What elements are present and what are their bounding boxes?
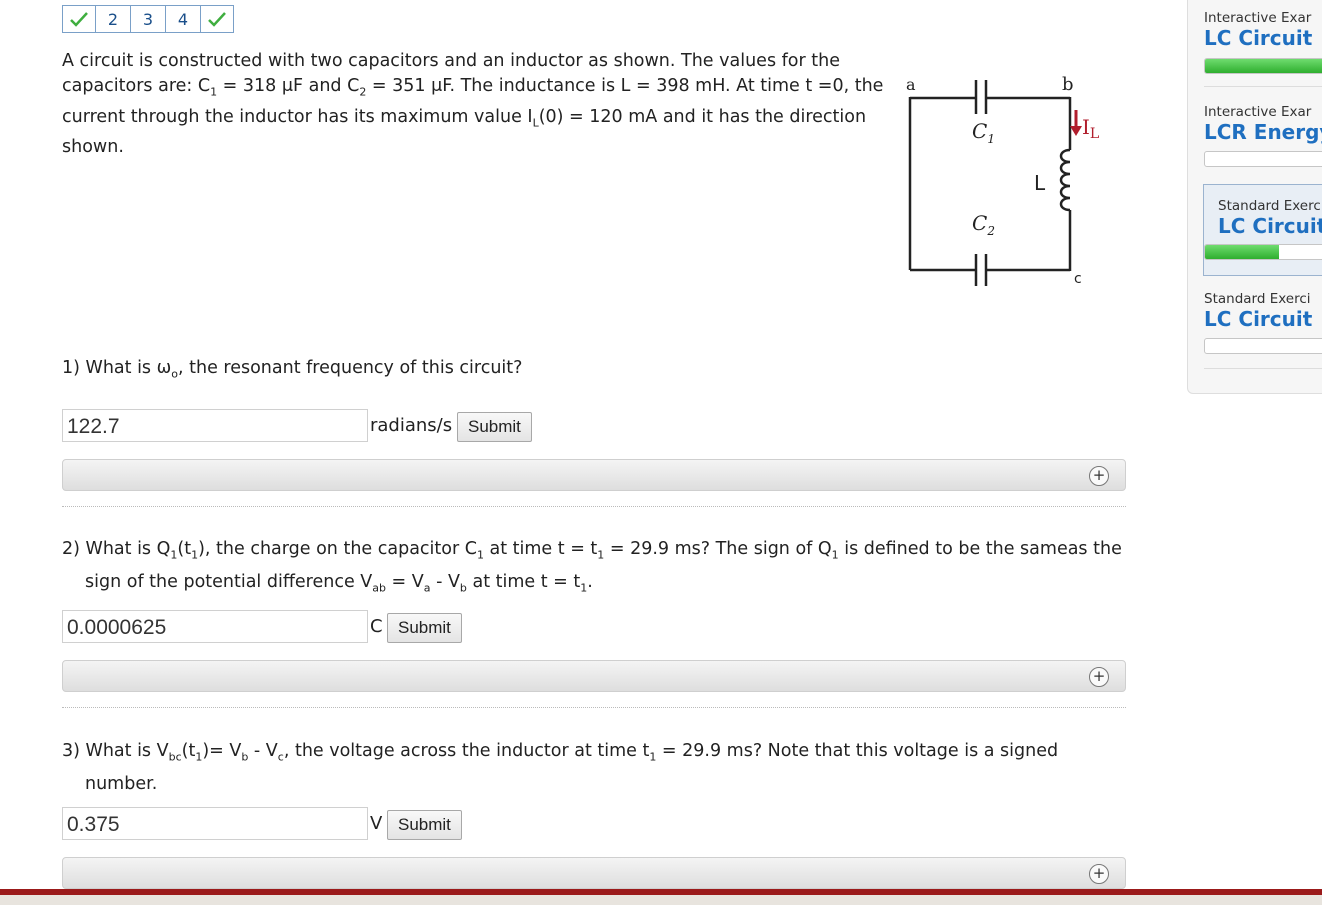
- sidebar-item-title[interactable]: LC Circuit: [1204, 307, 1322, 331]
- unit-label-3: V: [370, 813, 383, 834]
- divider: [1204, 86, 1322, 87]
- progress-bar-4: [1204, 338, 1322, 354]
- progress-fill: [1205, 245, 1280, 259]
- tab-4[interactable]: 4: [165, 5, 201, 33]
- tab-5[interactable]: [200, 5, 234, 33]
- sidebar-item-title[interactable]: LC Circuit: [1204, 26, 1322, 50]
- submit-button-3[interactable]: Submit: [387, 810, 462, 840]
- checkmark-icon: [208, 12, 226, 27]
- hint-bar-1[interactable]: +: [62, 459, 1126, 491]
- label-l: L: [1034, 171, 1046, 195]
- submit-button-1[interactable]: Submit: [457, 412, 532, 442]
- sidebar-item-2[interactable]: Interactive Exar LCR Energy: [1204, 104, 1322, 144]
- answer-input-1[interactable]: 122.7: [62, 409, 368, 442]
- footer-strip: [0, 895, 1322, 905]
- checkmark-icon: [70, 12, 88, 27]
- progress-bar-2: [1204, 151, 1322, 167]
- label-c2: C2: [972, 211, 995, 238]
- label-b: b: [1062, 74, 1074, 95]
- unit-label-1: radians/s: [370, 415, 453, 436]
- answer-input-3[interactable]: 0.375: [62, 807, 368, 840]
- label-a: a: [906, 75, 916, 94]
- sidebar-item-1[interactable]: Interactive Exar LC Circuit: [1204, 10, 1322, 50]
- circuit-diagram: a b c C1 C2 L IL: [906, 74, 1099, 287]
- submit-button-2[interactable]: Submit: [387, 613, 462, 643]
- question-2: 2) What is Q1(t1), the charge on the cap…: [62, 539, 1122, 594]
- divider: [62, 506, 1126, 507]
- progress-bar-1: [1204, 58, 1322, 74]
- question-1: 1) What is ωo, the resonant frequency of…: [62, 358, 523, 381]
- tab-1[interactable]: [62, 5, 96, 33]
- progress-fill: [1205, 59, 1322, 73]
- sidebar-item-type: Interactive Exar: [1204, 104, 1312, 120]
- label-il: IL: [1082, 115, 1099, 142]
- unit-label-2: C: [370, 616, 383, 637]
- label-c1: C1: [972, 119, 995, 146]
- plus-circle-icon[interactable]: +: [1089, 667, 1109, 687]
- sidebar: Interactive Exar LC Circuit Interactive …: [1187, 0, 1322, 394]
- sidebar-item-type: Interactive Exar: [1204, 10, 1312, 26]
- divider: [1204, 368, 1322, 369]
- tab-2[interactable]: 2: [95, 5, 131, 33]
- sidebar-item-3[interactable]: Standard Exerci LC Circuit: [1203, 184, 1322, 276]
- sidebar-item-type: Standard Exerci: [1204, 291, 1311, 307]
- sidebar-item-4[interactable]: Standard Exerci LC Circuit: [1204, 291, 1322, 331]
- problem-statement: A circuit is constructed with two capaci…: [62, 51, 884, 157]
- hint-bar-3[interactable]: +: [62, 857, 1126, 889]
- progress-bar-3: [1204, 244, 1322, 260]
- question-tabs: 2 3 4: [62, 5, 234, 33]
- plus-circle-icon[interactable]: +: [1089, 466, 1109, 486]
- answer-input-2[interactable]: 0.0000625: [62, 610, 368, 643]
- question-3: 3) What is Vbc(t1)= Vb - Vc, the voltage…: [62, 741, 1059, 794]
- hint-bar-2[interactable]: +: [62, 660, 1126, 692]
- label-c: c: [1074, 271, 1082, 287]
- sidebar-item-title[interactable]: LCR Energy: [1204, 120, 1322, 144]
- sidebar-item-title[interactable]: LC Circuit: [1218, 214, 1322, 238]
- tab-3[interactable]: 3: [130, 5, 166, 33]
- plus-circle-icon[interactable]: +: [1089, 864, 1109, 884]
- divider: [62, 707, 1126, 708]
- sidebar-item-type: Standard Exerci: [1218, 198, 1322, 214]
